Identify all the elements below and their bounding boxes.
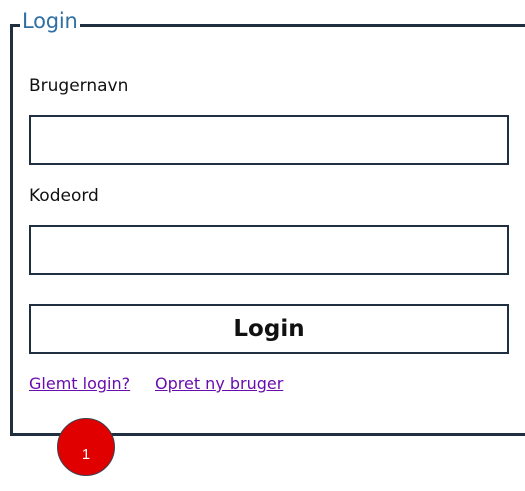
forgot-login-link[interactable]: Glemt login? [29,374,130,393]
register-user-link[interactable]: Opret ny bruger [155,374,283,393]
login-legend: Login [20,6,80,36]
username-label: Brugernavn [29,76,129,96]
password-label: Kodeord [29,186,99,206]
password-input[interactable] [29,225,509,275]
annotation-marker: 1 [57,418,115,476]
login-button[interactable]: Login [29,304,509,354]
username-input[interactable] [29,115,509,165]
